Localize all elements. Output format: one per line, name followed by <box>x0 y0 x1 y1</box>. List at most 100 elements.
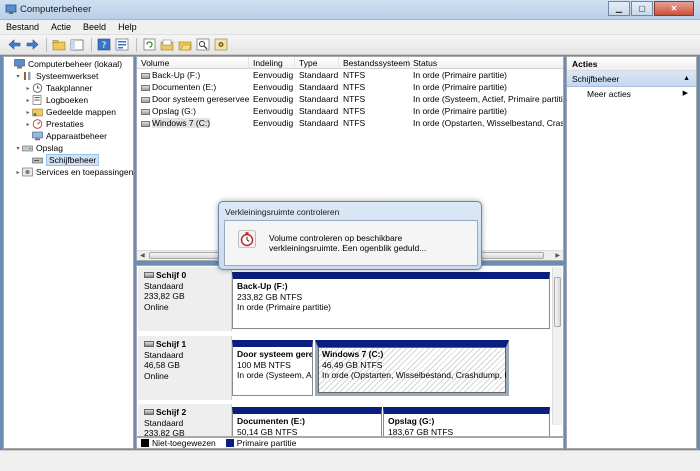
collapse-icon[interactable]: ▲ <box>683 71 690 87</box>
maximize-button[interactable]: ▢ <box>631 1 653 16</box>
up-folder-button[interactable] <box>51 37 67 53</box>
column-header-bestandssysteem[interactable]: Bestandssysteem <box>339 57 410 69</box>
menu-beeld[interactable]: Beeld <box>83 22 106 32</box>
scroll-right-icon[interactable]: ▶ <box>555 252 560 259</box>
volume-icon <box>141 120 150 127</box>
partition-backup[interactable]: Back-Up (F:) 233,82 GB NTFS In orde (Pri… <box>232 272 550 329</box>
table-row[interactable]: Door systeem gereserveerd Eenvoudig Stan… <box>137 94 563 105</box>
show-tree-button[interactable] <box>69 37 85 53</box>
dialog-title: Verkleiningsruimte controleren <box>225 207 340 217</box>
disk-map: Schijf 0 Standaard 233,82 GB Online Back… <box>136 265 564 437</box>
more-actions-item[interactable]: Meer acties ▶ <box>567 87 696 101</box>
table-row[interactable]: Opslag (G:) Eenvoudig Standaard NTFS In … <box>137 106 563 117</box>
disk-1-label[interactable]: Schijf 1 Standaard 46,58 GB Online <box>138 336 232 400</box>
column-header-status[interactable]: Status <box>409 57 563 69</box>
volume-filesystem: NTFS <box>343 94 366 104</box>
computer-management-icon <box>5 4 17 14</box>
volume-status: In orde (Primaire partitie) <box>413 106 508 116</box>
volume-icon <box>141 84 150 91</box>
partition-windows7[interactable]: Windows 7 (C:) 46,49 GB NTFS In orde (Op… <box>315 340 509 396</box>
clock-icon <box>32 83 43 93</box>
disk-type: Standaard <box>144 417 184 428</box>
partition-system-reserved[interactable]: Door systeem gere 100 MB NTFS In orde (S… <box>232 340 313 396</box>
tree-expander[interactable]: ▸ <box>14 169 22 176</box>
partition-name: Opslag (G:) <box>388 416 435 426</box>
tools-icon <box>24 72 31 80</box>
tree-expander[interactable]: ▸ <box>24 109 32 116</box>
vertical-scrollbar[interactable] <box>552 267 562 425</box>
disk-0-label[interactable]: Schijf 0 Standaard 233,82 GB Online <box>138 267 232 331</box>
tree-item-opslag[interactable]: ▾ Opslag <box>14 142 63 154</box>
svg-text:?: ? <box>102 41 107 51</box>
scroll-left-icon[interactable]: ◀ <box>140 252 145 259</box>
tree-item-label: Systeemwerkset <box>36 71 99 81</box>
close-button[interactable]: ✕ <box>654 1 694 16</box>
tree-expander[interactable]: ▸ <box>24 85 32 92</box>
column-header-volume[interactable]: Volume <box>137 57 249 69</box>
back-button[interactable] <box>6 37 22 53</box>
tree-item-logboeken[interactable]: ▸ Logboeken <box>24 94 88 106</box>
volume-status: In orde (Opstarten, Wisselbestand, Crash… <box>413 118 563 128</box>
search-button[interactable] <box>195 37 211 53</box>
tree-item-label: Prestaties <box>46 119 84 129</box>
tree-item-label: Opslag <box>36 143 63 153</box>
tree-item-label: Logboeken <box>46 95 89 105</box>
partition-opslag[interactable]: Opslag (G:) 183,67 GB NTFS <box>383 407 550 436</box>
open-button[interactable] <box>177 37 193 53</box>
menu-actie[interactable]: Actie <box>51 22 71 32</box>
refresh-button[interactable] <box>141 37 157 53</box>
menu-help[interactable]: Help <box>118 22 137 32</box>
tree-item-systeemwerkset[interactable]: ▾ Systeemwerkset <box>14 70 98 82</box>
settings-button[interactable] <box>213 37 229 53</box>
volume-status: In orde (Systeem, Actief, Primaire parti… <box>413 94 564 104</box>
dialog-message: Volume controleren op beschikbare verkle… <box>269 233 427 253</box>
volume-layout: Eenvoudig <box>253 70 294 80</box>
tree-expander[interactable]: ▾ <box>14 73 22 80</box>
scrollbar-thumb[interactable] <box>554 277 561 327</box>
tree-item-computerbeheer[interactable]: Computerbeheer (lokaal) <box>6 58 122 70</box>
tree-item-schijfbeheer[interactable]: Schijfbeheer <box>24 154 100 166</box>
disk-icon <box>144 409 154 415</box>
legend-swatch-primary <box>225 439 234 447</box>
help-button[interactable]: ? <box>96 37 112 53</box>
properties-button[interactable] <box>114 37 130 53</box>
tree-expander[interactable]: ▾ <box>14 145 22 152</box>
tree-item-taakplanner[interactable]: ▸ Taakplanner <box>24 82 92 94</box>
volume-name: Door systeem gereserveerd <box>152 94 249 104</box>
disk-name: Schijf 1 <box>156 339 187 349</box>
menu-bestand[interactable]: Bestand <box>6 22 39 32</box>
storage-icon <box>22 145 33 152</box>
tree-expander[interactable]: ▸ <box>24 97 32 104</box>
tree-item-services[interactable]: ▸ Services en toepassingen <box>14 166 133 178</box>
volume-type: Standaard <box>299 118 339 128</box>
tree-item-apparaatbeheer[interactable]: Apparaatbeheer <box>24 130 107 142</box>
partition-documenten[interactable]: Documenten (E:) 50,14 GB NTFS <box>232 407 382 436</box>
tree-item-gedeelde-mappen[interactable]: ▸ Gedeelde mappen <box>24 106 115 118</box>
volume-type: Standaard <box>299 70 339 80</box>
forward-button[interactable] <box>24 37 40 53</box>
submenu-arrow-icon: ▶ <box>682 90 688 97</box>
table-row[interactable]: Back-Up (F:) Eenvoudig Standaard NTFS In… <box>137 70 563 81</box>
table-row[interactable]: Windows 7 (C:) Eenvoudig Standaard NTFS … <box>137 118 563 129</box>
gear-icon <box>214 38 228 51</box>
export-button[interactable] <box>159 37 175 53</box>
column-header-indeling[interactable]: Indeling <box>249 57 295 69</box>
volume-name: Documenten (E:) <box>152 82 217 92</box>
column-header-type[interactable]: Type <box>295 57 339 69</box>
volume-icon <box>141 108 150 115</box>
more-actions-label: Meer acties <box>587 89 631 99</box>
toolbar: ? <box>0 35 700 55</box>
shrink-query-dialog[interactable]: Verkleiningsruimte controleren Volume co… <box>218 201 482 270</box>
disk-state: Online <box>144 301 169 312</box>
tree-expander[interactable]: ▸ <box>24 121 32 128</box>
minimize-button[interactable]: ▁ <box>608 1 630 16</box>
table-row[interactable]: Documenten (E:) Eenvoudig Standaard NTFS… <box>137 82 563 93</box>
actions-title: Acties <box>567 57 696 71</box>
device-manager-icon <box>32 131 43 141</box>
tree-item-label: Apparaatbeheer <box>46 131 107 141</box>
disk-2-label[interactable]: Schijf 2 Standaard 233,82 GB <box>138 404 232 436</box>
actions-group-schijfbeheer[interactable]: Schijfbeheer ▲ <box>567 71 696 87</box>
back-arrow-icon <box>8 39 20 50</box>
tree-item-prestaties[interactable]: ▸ Prestaties <box>24 118 84 130</box>
partition-name: Documenten (E:) <box>237 416 305 426</box>
